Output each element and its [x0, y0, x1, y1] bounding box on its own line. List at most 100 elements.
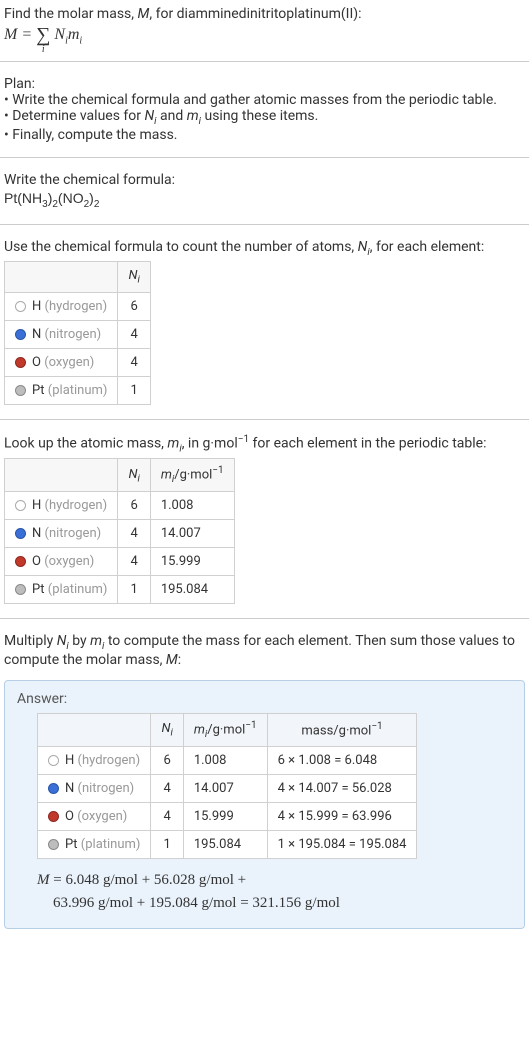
m-value: 195.084	[183, 831, 267, 859]
final-line2: 63.996 g/mol + 195.084 g/mol = 321.156 g…	[53, 895, 340, 911]
col-unit-exp: −1	[212, 465, 223, 476]
element-dot-icon	[15, 357, 26, 368]
lookup-h-a: Look up the atomic mass,	[4, 436, 167, 452]
answer-table: Ni mi/g·mol−1 mass/g·mol−1 H (hydrogen)6…	[37, 713, 417, 859]
element-symbol: N	[65, 781, 74, 796]
mult-a: Multiply	[4, 633, 57, 649]
m-value: 14.007	[150, 520, 234, 548]
element-cell: O (oxygen)	[5, 548, 118, 576]
table-row: O (oxygen)415.9994 × 15.999 = 63.996	[38, 803, 417, 831]
table-row: N (nitrogen)4	[5, 320, 151, 348]
element-cell: N (nitrogen)	[38, 775, 151, 803]
eq-m: m	[68, 26, 80, 43]
intro-text-c: , for diamminedinitritoplatinum(II):	[149, 6, 361, 22]
intro-line: Find the molar mass, M, for diamminedini…	[4, 6, 525, 22]
final-M: M	[37, 872, 50, 888]
plan-block: Plan: • Write the chemical formula and g…	[0, 70, 529, 149]
element-dot-icon	[15, 556, 26, 567]
m-value: 14.007	[183, 775, 267, 803]
table-row: Pt (platinum) 1195.084	[5, 576, 235, 604]
count-table: Ni H (hydrogen)6N (nitrogen)4O (oxygen)4…	[4, 261, 151, 405]
table-row: Pt (platinum)1	[5, 376, 151, 404]
count-heading: Use the chemical formula to count the nu…	[4, 239, 525, 258]
m-value: 195.084	[150, 576, 234, 604]
element-symbol: N	[32, 327, 41, 342]
table-row: H (hydrogen)61.0086 × 1.008 = 6.048	[38, 747, 417, 775]
answer-box: Answer: Ni mi/g·mol−1 mass/g·mol−1 H (hy…	[4, 680, 525, 929]
element-cell: Pt (platinum)	[5, 376, 118, 404]
m-value: 1.008	[150, 492, 234, 520]
count-h-b: , for each element:	[370, 239, 485, 255]
table-row: Pt (platinum)1195.0841 × 195.084 = 195.0…	[38, 831, 417, 859]
col-m: m	[194, 722, 205, 737]
plan-b2-m: m	[187, 108, 199, 124]
mass-value: 1 × 195.084 = 195.084	[267, 831, 417, 859]
plan-bullet-1: • Write the chemical formula and gather …	[4, 92, 525, 108]
final-eq: = 6.048 g/mol + 56.028 g/mol +	[50, 872, 247, 888]
element-dot-icon	[48, 755, 59, 766]
element-cell: Pt (platinum)	[38, 831, 151, 859]
element-dot-icon	[15, 301, 26, 312]
lookup-h-m: m	[167, 436, 179, 452]
sigma-sub: i	[42, 44, 45, 55]
element-name: (nitrogen)	[78, 781, 135, 796]
divider	[0, 419, 529, 420]
mult-m: m	[90, 633, 102, 649]
m-value: 1.008	[183, 747, 267, 775]
eq-left: M =	[4, 26, 36, 43]
element-name: (hydrogen)	[45, 498, 108, 513]
element-dot-icon	[48, 839, 59, 850]
element-name: (oxygen)	[77, 809, 127, 824]
col-Ni: Ni	[118, 459, 150, 492]
element-cell: N (nitrogen)	[5, 320, 118, 348]
mult-colon: :	[178, 652, 181, 668]
element-dot-icon	[15, 329, 26, 340]
table-header-row: Ni mi/g·mol−1	[5, 459, 235, 492]
mass-value: 4 × 14.007 = 56.028	[267, 775, 417, 803]
table-row: N (nitrogen)414.0074 × 14.007 = 56.028	[38, 775, 417, 803]
n-value: 4	[151, 803, 183, 831]
n-value: 1	[118, 376, 150, 404]
n-value: 6	[118, 492, 150, 520]
table-header-row: Ni	[5, 262, 151, 293]
col-Ni-sub: i	[137, 275, 139, 286]
eq-mi: i	[79, 35, 82, 46]
element-symbol: Pt	[32, 383, 45, 398]
n-value: 1	[118, 576, 150, 604]
mass-value: 4 × 15.999 = 63.996	[267, 803, 417, 831]
element-name: (oxygen)	[44, 355, 94, 370]
element-cell: H (hydrogen)	[38, 747, 151, 775]
col-unit-exp: −1	[245, 720, 256, 731]
chem-heading: Write the chemical formula:	[4, 172, 525, 188]
element-name: (hydrogen)	[78, 753, 141, 768]
col-unit: /g·mol	[174, 468, 212, 483]
element-name: (platinum)	[48, 582, 108, 597]
col-Ni: Ni	[151, 714, 183, 747]
table-row: O (oxygen)415.999	[5, 548, 235, 576]
col-Ni-sub: i	[137, 473, 139, 484]
mult-M: M	[166, 652, 178, 668]
col-unit: /g·mol	[207, 722, 245, 737]
plan-heading: Plan:	[4, 76, 525, 92]
element-symbol: Pt	[32, 582, 45, 597]
count-h-N: N	[358, 239, 368, 255]
n-value: 6	[151, 747, 183, 775]
col-mi: mi/g·mol−1	[183, 714, 267, 747]
element-cell: O (oxygen)	[5, 348, 118, 376]
empty-header	[38, 714, 151, 747]
plan-b2-and: and	[157, 108, 187, 124]
chem-a: Pt(NH	[4, 190, 42, 206]
element-symbol: O	[32, 355, 41, 370]
table-row: O (oxygen)4	[5, 348, 151, 376]
element-dot-icon	[15, 584, 26, 595]
element-cell: H (hydrogen)	[5, 492, 118, 520]
element-symbol: H	[32, 498, 41, 513]
element-symbol: Pt	[65, 837, 78, 852]
count-block: Use the chemical formula to count the nu…	[0, 233, 529, 411]
plan-bullet-3: • Finally, compute the mass.	[4, 127, 525, 143]
n-value: 4	[118, 348, 150, 376]
empty-header	[5, 459, 118, 492]
n-value: 6	[118, 292, 150, 320]
element-symbol: O	[32, 554, 41, 569]
multiply-block: Multiply Ni by mi to compute the mass fo…	[0, 627, 529, 674]
